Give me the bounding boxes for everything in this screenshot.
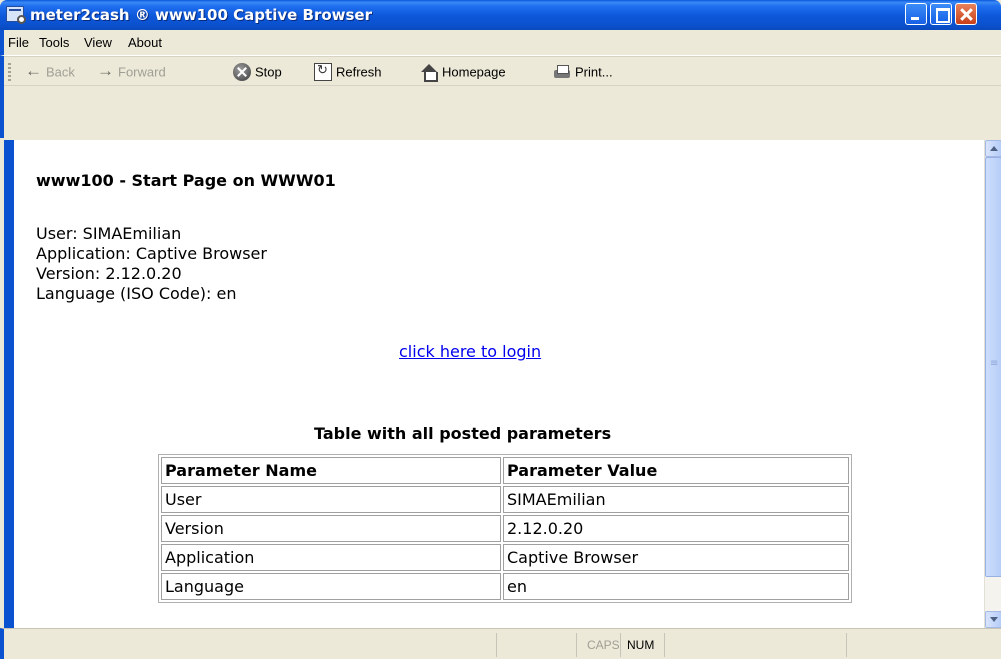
parameters-table: Parameter Name Parameter Value User SIMA… — [158, 454, 852, 603]
title-bar[interactable]: meter2cash ® www100 Captive Browser — [0, 0, 1001, 30]
info-application: Application: Captive Browser — [36, 244, 267, 263]
status-panel-extra — [665, 633, 847, 657]
status-panel-blank — [497, 633, 577, 657]
menu-about[interactable]: About — [128, 35, 162, 50]
status-panel-main — [4, 633, 497, 657]
table-row: Application Captive Browser — [161, 544, 849, 571]
print-button[interactable]: Print... — [553, 63, 613, 83]
back-button[interactable]: Back — [24, 61, 75, 83]
maximize-button[interactable] — [930, 3, 952, 25]
scrollbar-thumb[interactable] — [985, 157, 1001, 577]
forward-label: Forward — [118, 64, 166, 80]
menu-tools[interactable]: Tools — [39, 35, 69, 50]
minimize-button[interactable] — [905, 3, 927, 25]
num-lock-indicator: NUM — [627, 638, 655, 652]
menu-view[interactable]: View — [84, 35, 112, 50]
browser-content[interactable]: www100 - Start Page on WWW01 User: SIMAE… — [4, 140, 1001, 628]
toolbar: Back Forward Stop Refresh Homepage Print… — [0, 56, 1001, 138]
column-header-parameter-name: Parameter Name — [161, 457, 501, 484]
home-icon — [420, 63, 438, 82]
vertical-scrollbar[interactable] — [984, 140, 1001, 628]
parameter-value-cell: en — [503, 573, 849, 600]
stop-label: Stop — [255, 64, 282, 80]
homepage-button[interactable]: Homepage — [420, 63, 506, 83]
menu-bar: File Tools View About — [0, 30, 1001, 56]
close-button[interactable] — [955, 3, 977, 25]
login-link[interactable]: click here to login — [399, 342, 541, 361]
browser-window-icon[interactable] — [6, 6, 26, 24]
page-body: www100 - Start Page on WWW01 User: SIMAE… — [14, 140, 984, 628]
forward-button[interactable]: Forward — [96, 61, 166, 83]
column-header-parameter-value: Parameter Value — [503, 457, 849, 484]
refresh-button[interactable]: Refresh — [314, 62, 382, 83]
stop-button[interactable]: Stop — [233, 63, 282, 83]
toolbar-grip-handle[interactable] — [8, 63, 11, 81]
parameter-name-cell: Language — [161, 573, 501, 600]
info-user: User: SIMAEmilian — [36, 224, 182, 243]
parameter-name-cell: Version — [161, 515, 501, 542]
back-arrow-icon — [24, 61, 42, 81]
table-caption: Table with all posted parameters — [314, 424, 612, 443]
parameter-value-cell: Captive Browser — [503, 544, 849, 571]
caps-lock-indicator: CAPS — [587, 638, 620, 652]
table-row: Language en — [161, 573, 849, 600]
scroll-up-button[interactable] — [985, 140, 1001, 157]
stop-icon — [233, 63, 251, 81]
printer-icon — [553, 63, 571, 81]
refresh-icon — [314, 62, 332, 81]
back-label: Back — [46, 64, 75, 80]
table-header-row: Parameter Name Parameter Value — [161, 457, 849, 484]
info-language: Language (ISO Code): en — [36, 284, 237, 303]
parameter-value-cell: SIMAEmilian — [503, 486, 849, 513]
print-label: Print... — [575, 64, 613, 80]
status-bar: CAPS NUM — [0, 628, 1001, 659]
menu-file[interactable]: File — [8, 35, 29, 50]
parameter-name-cell: User — [161, 486, 501, 513]
forward-arrow-icon — [96, 61, 114, 81]
homepage-label: Homepage — [442, 64, 506, 80]
scroll-down-button[interactable] — [985, 611, 1001, 628]
table-row: Version 2.12.0.20 — [161, 515, 849, 542]
parameter-name-cell: Application — [161, 544, 501, 571]
info-version: Version: 2.12.0.20 — [36, 264, 182, 283]
table-row: User SIMAEmilian — [161, 486, 849, 513]
parameter-value-cell: 2.12.0.20 — [503, 515, 849, 542]
toolbar-row: Back Forward Stop Refresh Homepage Print… — [4, 56, 1001, 86]
window-title: meter2cash ® www100 Captive Browser — [30, 6, 372, 24]
refresh-label: Refresh — [336, 64, 382, 80]
page-title: www100 - Start Page on WWW01 — [36, 171, 336, 190]
